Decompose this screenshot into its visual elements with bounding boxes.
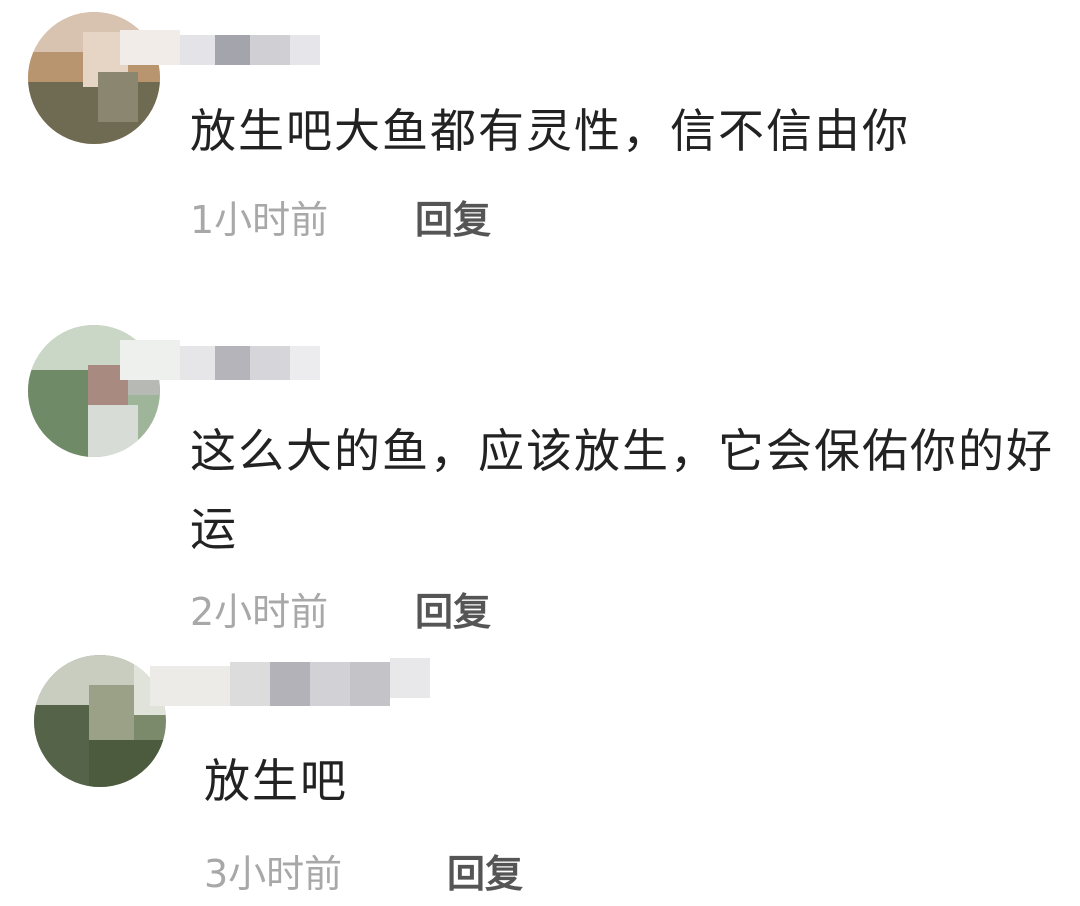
comment-text: 这么大的鱼，应该放生，它会保佑你的好运 <box>190 424 1054 556</box>
comment-meta: 3小时前 回复 <box>204 840 523 900</box>
reply-button[interactable]: 回复 <box>415 581 491 636</box>
comment-meta: 1小时前 回复 <box>190 186 491 246</box>
username-blurred[interactable] <box>120 328 330 388</box>
reply-button[interactable]: 回复 <box>447 843 523 898</box>
comment-timestamp: 2小时前 <box>190 589 329 634</box>
comment-timestamp: 3小时前 <box>204 851 343 896</box>
comment-timestamp: 1小时前 <box>190 197 329 242</box>
comment-text: 放生吧大鱼都有灵性，信不信由你 <box>190 104 910 158</box>
comment-meta: 2小时前 回复 <box>190 578 491 638</box>
username-blurred[interactable] <box>150 648 440 708</box>
reply-button[interactable]: 回复 <box>415 189 491 244</box>
username-blurred[interactable] <box>120 20 330 80</box>
avatar[interactable] <box>34 655 166 787</box>
comment-text: 放生吧 <box>204 754 348 808</box>
